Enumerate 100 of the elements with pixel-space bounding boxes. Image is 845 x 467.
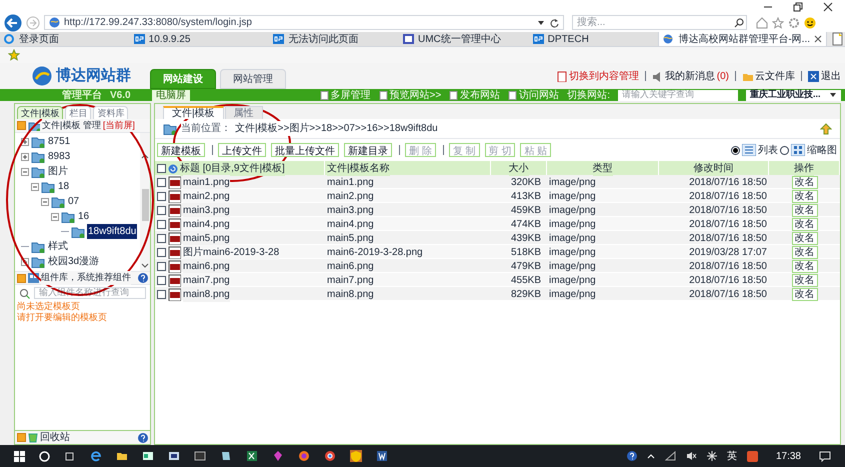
expand-toggle[interactable] <box>31 182 39 190</box>
top-link[interactable]: 云文件库 <box>742 68 795 84</box>
table-cell-text: main4.png <box>326 218 375 232</box>
rename-button[interactable]: 改名 <box>792 218 818 231</box>
toolbar-button[interactable]: 新建模板 <box>157 143 205 157</box>
table-cell: main8.png <box>183 287 230 302</box>
square-icon <box>17 433 26 442</box>
table-cell-text: 518KB <box>510 246 542 260</box>
search-field[interactable]: 搜索... <box>572 15 747 30</box>
help-icon[interactable] <box>138 273 148 283</box>
sidebar-tab[interactable]: 栏目 <box>65 106 92 119</box>
browser-tab[interactable]: UMC统一管理中心 <box>399 32 529 46</box>
main-tab[interactable]: 网站管理 <box>220 69 286 89</box>
smiley-icon <box>804 16 816 28</box>
terminal-icon[interactable] <box>194 450 206 462</box>
row-checkbox[interactable] <box>157 262 166 271</box>
input-method-indicator[interactable]: 英 <box>726 448 737 464</box>
top-link[interactable]: 我的新消息 (0) <box>652 68 729 84</box>
favorites-star-icon[interactable] <box>8 49 20 61</box>
expand-toggle[interactable] <box>21 152 29 160</box>
browser-tab[interactable]: 无法访问此页面 <box>269 32 399 46</box>
refresh-icon[interactable] <box>549 18 559 28</box>
row-checkbox[interactable] <box>157 206 166 215</box>
address-field[interactable]: http://172.99.247.33:8080/system/login.jsp <box>44 15 564 30</box>
toolbar-button[interactable]: 新建目录 <box>344 143 392 157</box>
table-cell: main2.png <box>183 189 230 204</box>
expand-toggle[interactable] <box>41 198 49 206</box>
ie-icon[interactable] <box>90 450 102 462</box>
app-tray-icon[interactable] <box>746 450 758 462</box>
close-tab-button[interactable] <box>814 35 822 43</box>
dp-logo-icon <box>273 34 284 44</box>
site-search-field[interactable]: 请输入关键字查询 <box>618 90 738 100</box>
speaker-muted-icon[interactable] <box>686 451 697 461</box>
content-tab[interactable]: 文件|模板 <box>163 106 224 119</box>
help-icon[interactable] <box>138 432 148 442</box>
restore-icon <box>793 2 803 12</box>
chevron-up-icon[interactable] <box>646 453 655 459</box>
scroll-up-icon[interactable] <box>141 153 149 159</box>
help-icon[interactable] <box>626 451 637 461</box>
row-checkbox[interactable] <box>157 248 166 257</box>
sidebar-tab[interactable]: 资料库 <box>93 106 128 119</box>
expand-toggle[interactable] <box>21 168 29 176</box>
rename-button[interactable]: 改名 <box>792 288 818 301</box>
browser-tab[interactable]: 博达高校网站群管理平台-网... <box>658 32 828 46</box>
browser-tab[interactable]: 10.9.9.25 <box>130 32 270 46</box>
row-checkbox[interactable] <box>157 192 166 201</box>
refresh-icon[interactable] <box>168 164 178 174</box>
breadcrumb-path: 文件|模板>>图片>>18>>07>>16>>18w9ift8du <box>235 121 438 136</box>
up-arrow-icon[interactable] <box>820 122 832 134</box>
tree-item[interactable]: 18w9ift8du <box>87 224 138 239</box>
browser-tab[interactable]: 登录页面 <box>0 32 130 46</box>
row-checkbox[interactable] <box>157 234 166 243</box>
table-cell-text: image/png <box>548 288 597 302</box>
rename-button[interactable]: 改名 <box>792 246 818 259</box>
window-icon[interactable] <box>142 450 154 462</box>
windows-start-icon[interactable] <box>14 450 25 462</box>
radio-button[interactable] <box>780 146 789 154</box>
clock-text[interactable]: 17:38 <box>776 448 801 464</box>
toolbar-button[interactable]: 批量上传文件 <box>271 143 339 157</box>
toolbar-button[interactable]: 上传文件 <box>218 143 266 157</box>
top-link[interactable]: 切换到内容管理 <box>556 68 639 84</box>
snowflake-icon[interactable] <box>706 451 717 461</box>
rename-button[interactable]: 改名 <box>792 260 818 273</box>
word-icon[interactable] <box>376 450 388 462</box>
site-select[interactable]: 重庆工业职业技... <box>746 90 841 100</box>
content-tab[interactable]: 属性 <box>224 106 263 119</box>
row-checkbox[interactable] <box>157 276 166 285</box>
radio-button[interactable] <box>731 146 740 154</box>
chrome-icon[interactable] <box>324 450 336 462</box>
top-link[interactable]: 退出 <box>808 68 841 84</box>
rename-button[interactable]: 改名 <box>792 232 818 245</box>
excel-icon[interactable] <box>246 450 258 462</box>
sidebar-tab[interactable]: 文件|模板 <box>17 106 64 119</box>
table-cell-text: main6-2019-3-28.png <box>326 246 424 260</box>
task-view-icon[interactable] <box>64 450 76 462</box>
star-icon[interactable] <box>772 16 784 28</box>
scrollbar[interactable] <box>140 133 150 271</box>
row-checkbox[interactable] <box>157 178 166 187</box>
table-cell: main7.png <box>183 273 230 288</box>
rename-button[interactable]: 改名 <box>792 190 818 203</box>
back-button[interactable] <box>4 14 22 32</box>
scroll-thumb[interactable] <box>142 189 148 221</box>
window-icon[interactable] <box>168 450 180 462</box>
row-checkbox[interactable] <box>157 220 166 229</box>
search-circle-icon[interactable] <box>39 450 50 462</box>
row-checkbox[interactable] <box>157 290 166 299</box>
rename-button[interactable]: 改名 <box>792 176 818 189</box>
folder-icon[interactable] <box>116 450 128 462</box>
rename-button[interactable]: 改名 <box>792 274 818 287</box>
rename-button[interactable]: 改名 <box>792 204 818 217</box>
settings-icon[interactable] <box>788 16 800 28</box>
home-icon[interactable] <box>756 16 768 28</box>
page-icon <box>449 90 458 100</box>
browser-tab[interactable]: DPTECH <box>528 32 658 46</box>
dropdown-icon[interactable] <box>537 18 545 26</box>
select-all-checkbox[interactable] <box>157 164 166 173</box>
scroll-down-icon[interactable] <box>141 263 149 269</box>
expand-toggle[interactable] <box>51 212 59 220</box>
notification-icon[interactable] <box>819 450 831 462</box>
new-tab-button[interactable] <box>831 32 845 46</box>
